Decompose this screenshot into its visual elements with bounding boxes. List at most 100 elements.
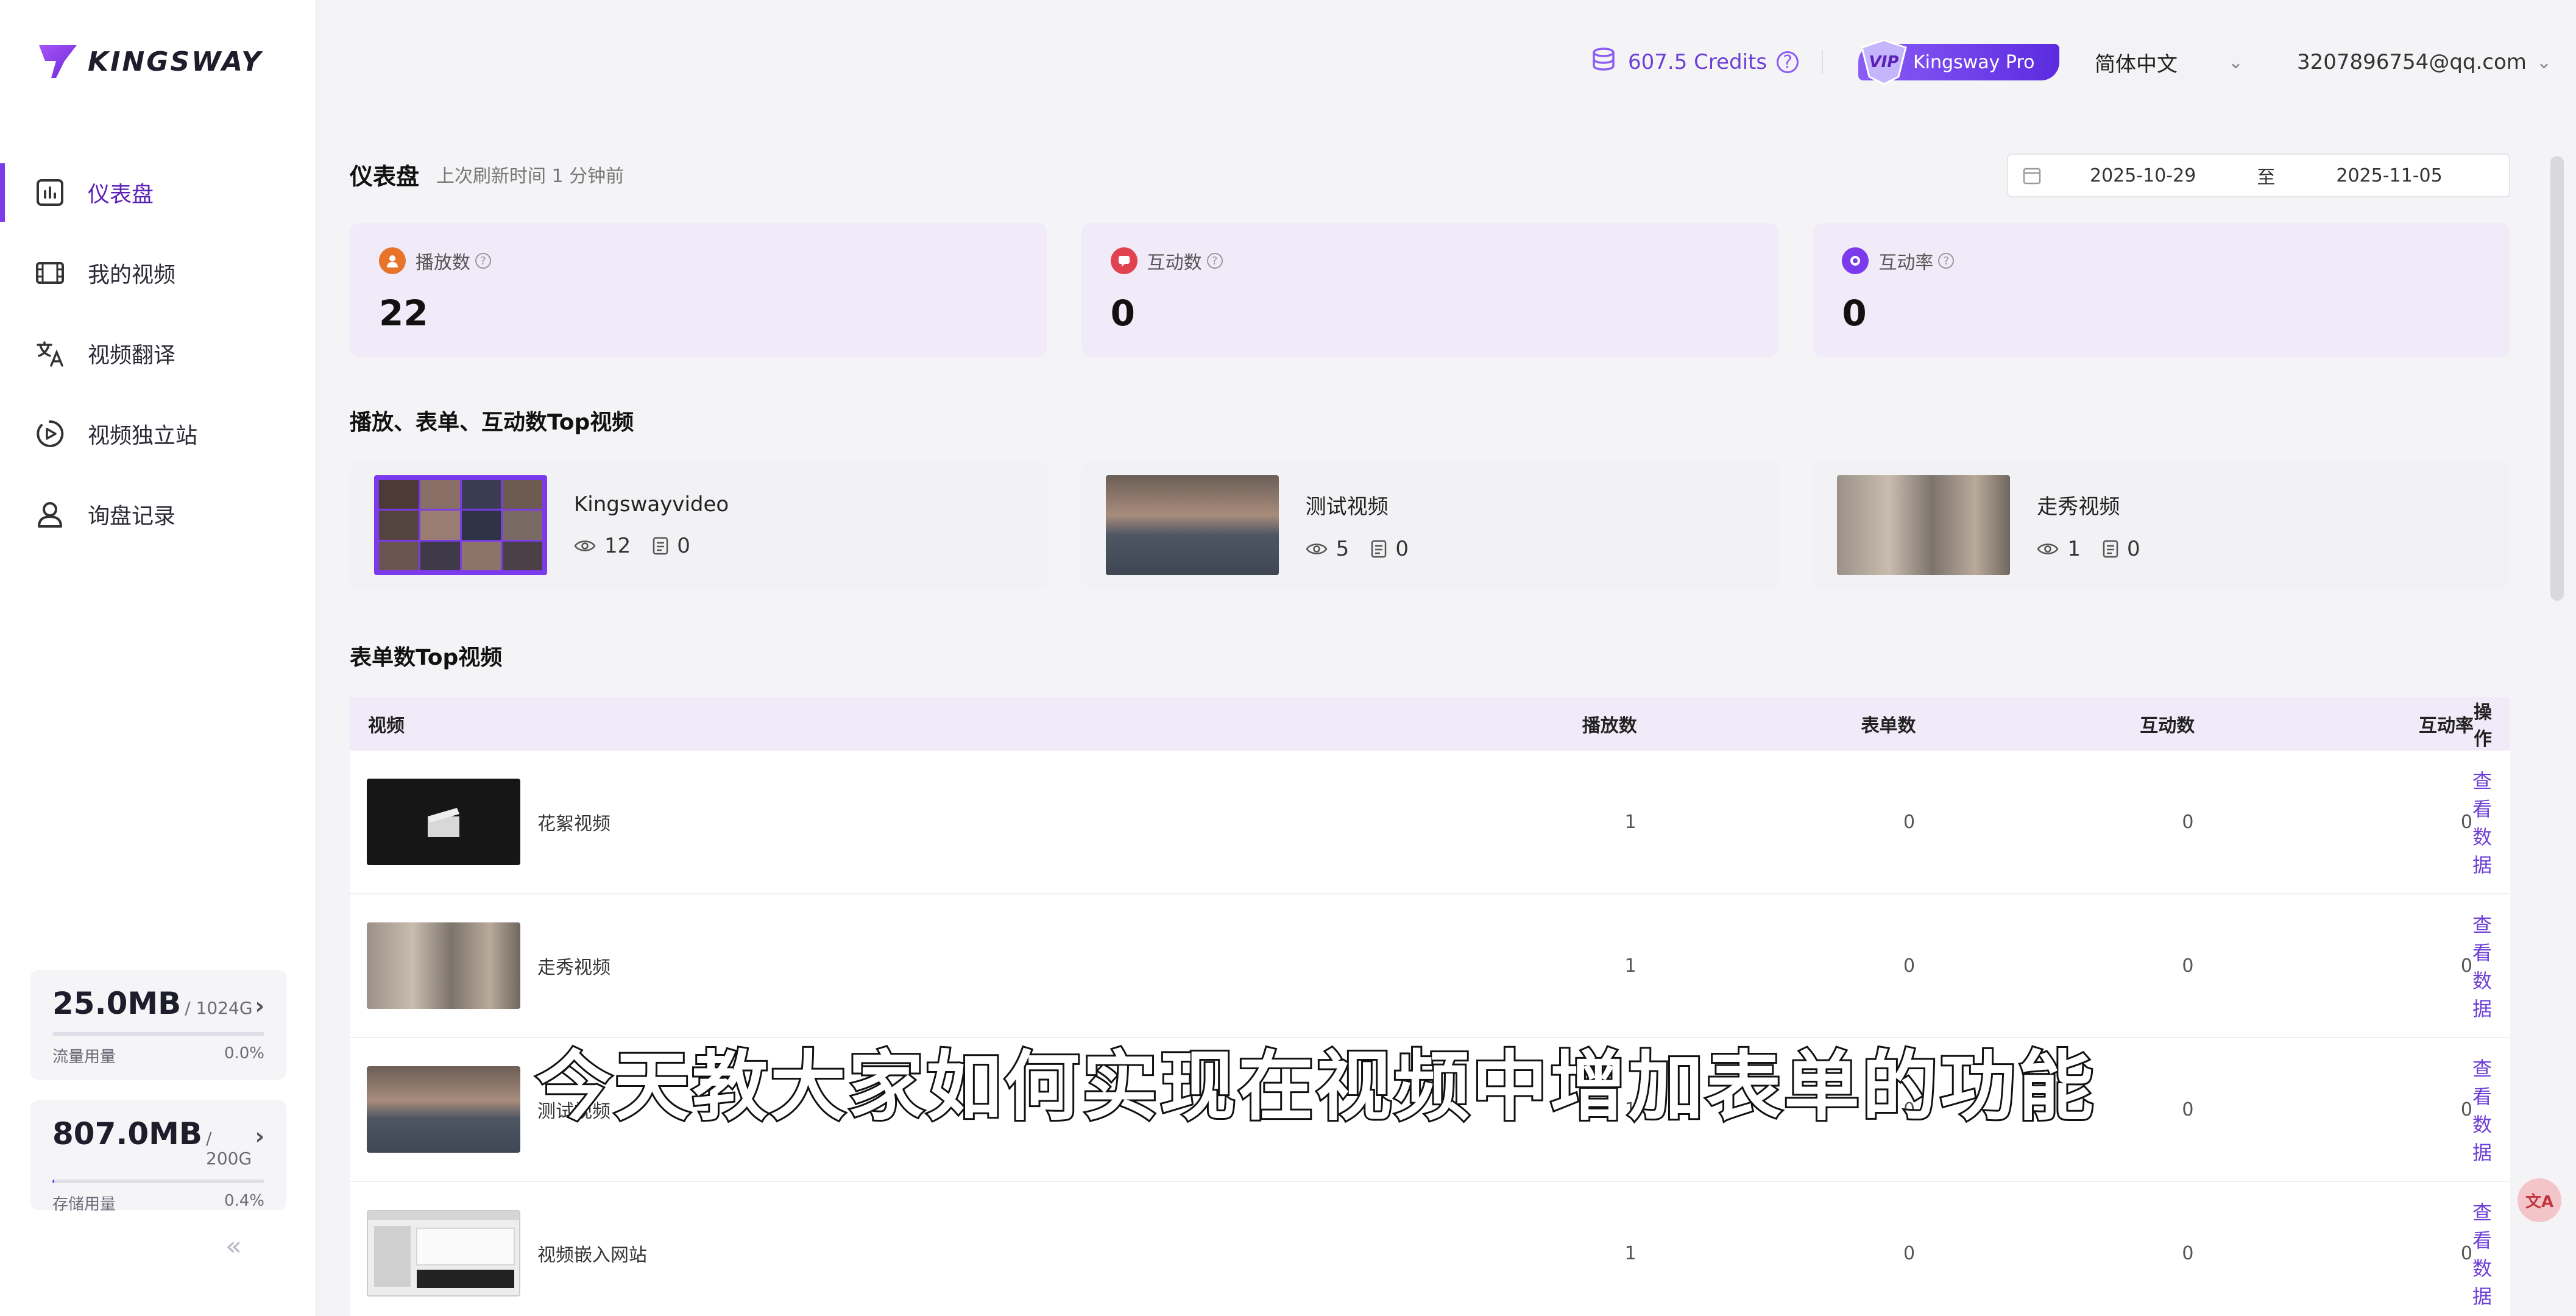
video-subtitle-caption: 今天教大家如何实现在视频中增加表单的功能	[534, 1041, 2097, 1133]
vip-label: VIP	[1869, 53, 1899, 71]
stat-card-interaction-rate: 互动率 ? 0	[1813, 223, 2511, 357]
stat-label: 播放数	[416, 252, 470, 274]
language-select[interactable]: 简体中文 ⌄	[2078, 35, 2260, 89]
chevron-right-icon: ›	[255, 1123, 264, 1150]
chevron-right-icon: ›	[255, 992, 264, 1019]
stat-label: 互动率	[1878, 252, 1934, 274]
sidebar-item-label: 视频独立站	[88, 423, 198, 448]
video-thumbnail[interactable]	[367, 1066, 520, 1153]
translate-float-button[interactable]: 文A	[2518, 1178, 2561, 1222]
date-from[interactable]: 2025-10-29	[2090, 165, 2196, 186]
video-name: 花絮视频	[537, 813, 610, 835]
user-play-icon	[379, 247, 406, 274]
traffic-usage-value: 25.0MB	[52, 986, 182, 1021]
eye-icon	[1306, 543, 1328, 554]
sidebar-item-label: 询盘记录	[88, 504, 176, 529]
video-thumbnail[interactable]	[367, 1210, 520, 1297]
traffic-usage-quota: / 1024G	[185, 998, 253, 1018]
header-divider	[1822, 50, 1823, 74]
table-row: 走秀视频 1 0 0 0 查看数据	[350, 894, 2510, 1038]
stat-card-interactions: 互动数 ? 0	[1081, 223, 1779, 357]
sidebar-item-video-site[interactable]: 视频独立站	[0, 405, 317, 463]
sidebar-item-label: 视频翻译	[88, 343, 176, 368]
video-stats: 5 0	[1306, 537, 1431, 561]
sidebar-item-my-videos[interactable]: 我的视频	[0, 244, 317, 302]
video-cell: 走秀视频	[350, 922, 1357, 1009]
top-video-card[interactable]: Kingswayvideo 12 0	[350, 461, 1047, 590]
video-stats: 1 0	[2037, 537, 2162, 561]
thumbnail-collage	[379, 480, 542, 570]
traffic-usage-card[interactable]: 25.0MB / 1024G › 流量用量 0.0%	[30, 970, 286, 1080]
brand-logo[interactable]: KINGSWAY	[38, 40, 263, 83]
rate-icon	[1842, 247, 1869, 274]
views-stat: 12	[574, 534, 631, 558]
credits-amount: 607.5 Credits	[1628, 50, 1767, 74]
help-icon[interactable]: ?	[1206, 253, 1223, 269]
sidebar-item-video-translate[interactable]: 视频翻译	[0, 324, 317, 383]
help-icon[interactable]: ?	[1777, 51, 1799, 73]
storage-usage-meta: 存储用量 0.4%	[52, 1192, 264, 1214]
forms-cell: 0	[1903, 811, 1916, 833]
stat-value: 0	[1842, 292, 1867, 334]
stat-value: 0	[1110, 292, 1136, 334]
video-thumbnail[interactable]	[367, 779, 520, 865]
storage-usage-value-row: 807.0MB / 200G ›	[52, 1116, 264, 1169]
video-name: 走秀视频	[537, 957, 610, 978]
view-data-link[interactable]: 查看数据	[2472, 769, 2492, 877]
user-email: 3207896754@qq.com	[2297, 50, 2527, 74]
views-count: 1	[2067, 536, 2081, 561]
storage-usage-label: 存储用量	[52, 1195, 116, 1214]
help-icon[interactable]: ?	[475, 253, 491, 269]
coins-icon	[1590, 46, 1617, 79]
video-cell: 视频嵌入网站	[350, 1210, 1357, 1297]
stat-card-header: 互动数 ?	[1110, 247, 1750, 274]
top-video-card[interactable]: 测试视频 5 0	[1081, 461, 1779, 590]
top-video-card[interactable]: 走秀视频 1 0	[1813, 461, 2511, 590]
video-thumbnail	[1105, 475, 1279, 575]
brand-name: KINGSWAY	[88, 46, 263, 77]
stat-value: 22	[379, 292, 428, 334]
credits-display[interactable]: 607.5 Credits ?	[1590, 43, 1799, 82]
column-header-video: 视频	[368, 715, 405, 737]
page-scrollbar[interactable]	[2550, 156, 2564, 601]
pro-plan-label: Kingsway Pro	[1913, 51, 2035, 73]
date-separator: 至	[2257, 167, 2276, 188]
form-top-videos-title: 表单数Top视频	[350, 645, 503, 670]
views-stat: 5	[1306, 536, 1350, 561]
dashboard-icon	[34, 177, 66, 208]
collapse-sidebar-icon[interactable]: «	[225, 1231, 242, 1262]
column-header-rate: 互动率	[2419, 715, 2474, 737]
column-header-action: 操作	[2474, 702, 2492, 750]
table-row: 视频嵌入网站 1 0 0 0 查看数据	[350, 1182, 2510, 1316]
video-thumbnail[interactable]	[367, 922, 520, 1009]
stat-cards: 播放数 ? 22 互动数 ? 0 互动率 ? 0	[350, 223, 2511, 357]
view-data-link[interactable]: 查看数据	[2472, 913, 2492, 1021]
view-data-link[interactable]: 查看数据	[2472, 1057, 2492, 1164]
view-data-link[interactable]: 查看数据	[2472, 1201, 2492, 1308]
help-icon[interactable]: ?	[1938, 253, 1955, 269]
views-count: 5	[1336, 536, 1350, 561]
chevron-down-icon: ⌄	[2536, 51, 2552, 73]
sidebar-item-inquiry-records[interactable]: 询盘记录	[0, 485, 317, 543]
rate-cell: 0	[2460, 1098, 2472, 1120]
stat-label: 互动数	[1147, 252, 1202, 274]
translate-icon	[34, 338, 66, 369]
date-to[interactable]: 2025-11-05	[2336, 165, 2442, 186]
storage-usage-value: 807.0MB	[52, 1116, 203, 1152]
forms-stat: 0	[1371, 537, 1409, 561]
user-menu[interactable]: 3207896754@qq.com ⌄	[2297, 43, 2552, 82]
last-refresh-text: 上次刷新时间 1 分钟前	[436, 166, 625, 187]
interactions-cell: 0	[2182, 955, 2194, 977]
sidebar-item-dashboard[interactable]: 仪表盘	[0, 163, 317, 222]
date-range-picker[interactable]: 2025-10-29 至 2025-11-05	[2007, 154, 2510, 197]
sidebar-item-label: 仪表盘	[88, 182, 154, 207]
storage-usage-card[interactable]: 807.0MB / 200G › 存储用量 0.4%	[30, 1100, 286, 1214]
pro-badge-pill: VIP Kingsway Pro	[1858, 39, 2059, 85]
pro-plan-badge[interactable]: VIP Kingsway Pro	[1858, 39, 2059, 85]
traffic-usage-value-row: 25.0MB / 1024G ›	[52, 986, 264, 1021]
form-icon	[653, 537, 668, 555]
film-icon	[34, 257, 66, 289]
stat-card-header: 播放数 ?	[379, 247, 1018, 274]
rate-cell: 0	[2460, 811, 2472, 833]
eye-icon	[574, 540, 596, 551]
